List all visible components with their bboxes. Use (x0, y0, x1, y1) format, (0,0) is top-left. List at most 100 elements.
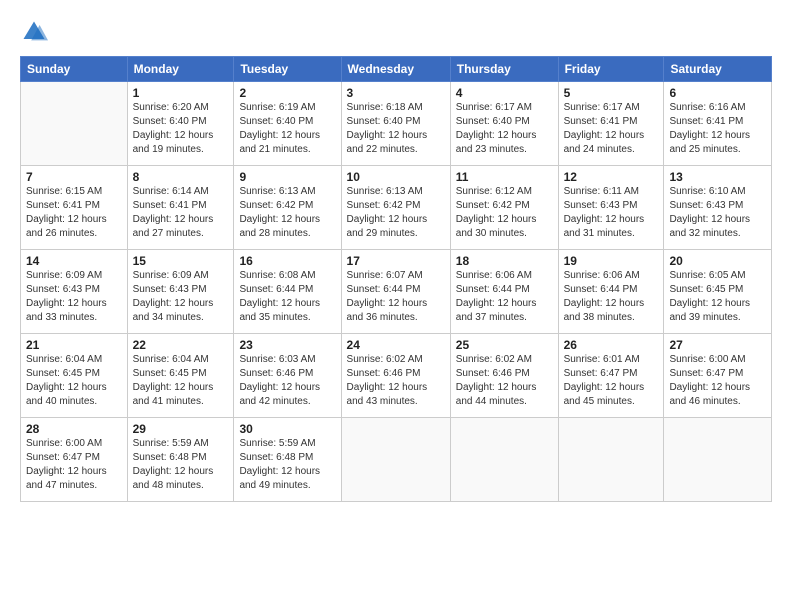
day-detail: Sunrise: 6:18 AM Sunset: 6:40 PM Dayligh… (347, 101, 445, 157)
day-number: 3 (347, 86, 445, 100)
day-number: 12 (564, 170, 659, 184)
calendar-cell (450, 418, 558, 502)
day-detail: Sunrise: 6:04 AM Sunset: 6:45 PM Dayligh… (26, 353, 122, 409)
day-number: 20 (669, 254, 766, 268)
day-detail: Sunrise: 6:08 AM Sunset: 6:44 PM Dayligh… (239, 269, 335, 325)
header (20, 18, 772, 46)
calendar-body: 1Sunrise: 6:20 AM Sunset: 6:40 PM Daylig… (21, 82, 772, 502)
day-detail: Sunrise: 6:02 AM Sunset: 6:46 PM Dayligh… (347, 353, 445, 409)
calendar-cell: 28Sunrise: 6:00 AM Sunset: 6:47 PM Dayli… (21, 418, 128, 502)
header-cell-saturday: Saturday (664, 57, 772, 82)
day-number: 30 (239, 422, 335, 436)
day-number: 10 (347, 170, 445, 184)
day-detail: Sunrise: 6:06 AM Sunset: 6:44 PM Dayligh… (456, 269, 553, 325)
logo-icon (20, 18, 48, 46)
day-number: 11 (456, 170, 553, 184)
calendar-cell (664, 418, 772, 502)
calendar-cell (341, 418, 450, 502)
calendar-cell: 10Sunrise: 6:13 AM Sunset: 6:42 PM Dayli… (341, 166, 450, 250)
logo (20, 18, 52, 46)
week-row-2: 7Sunrise: 6:15 AM Sunset: 6:41 PM Daylig… (21, 166, 772, 250)
calendar-cell: 4Sunrise: 6:17 AM Sunset: 6:40 PM Daylig… (450, 82, 558, 166)
day-number: 21 (26, 338, 122, 352)
day-number: 25 (456, 338, 553, 352)
calendar-cell: 12Sunrise: 6:11 AM Sunset: 6:43 PM Dayli… (558, 166, 664, 250)
calendar-cell: 19Sunrise: 6:06 AM Sunset: 6:44 PM Dayli… (558, 250, 664, 334)
header-cell-wednesday: Wednesday (341, 57, 450, 82)
calendar-cell: 30Sunrise: 5:59 AM Sunset: 6:48 PM Dayli… (234, 418, 341, 502)
day-number: 4 (456, 86, 553, 100)
day-detail: Sunrise: 6:12 AM Sunset: 6:42 PM Dayligh… (456, 185, 553, 241)
day-number: 17 (347, 254, 445, 268)
calendar-cell: 1Sunrise: 6:20 AM Sunset: 6:40 PM Daylig… (127, 82, 234, 166)
calendar-cell: 29Sunrise: 5:59 AM Sunset: 6:48 PM Dayli… (127, 418, 234, 502)
calendar-cell: 27Sunrise: 6:00 AM Sunset: 6:47 PM Dayli… (664, 334, 772, 418)
calendar-cell: 26Sunrise: 6:01 AM Sunset: 6:47 PM Dayli… (558, 334, 664, 418)
calendar-cell: 13Sunrise: 6:10 AM Sunset: 6:43 PM Dayli… (664, 166, 772, 250)
day-detail: Sunrise: 5:59 AM Sunset: 6:48 PM Dayligh… (133, 437, 229, 493)
day-detail: Sunrise: 6:09 AM Sunset: 6:43 PM Dayligh… (133, 269, 229, 325)
calendar-cell: 24Sunrise: 6:02 AM Sunset: 6:46 PM Dayli… (341, 334, 450, 418)
header-cell-thursday: Thursday (450, 57, 558, 82)
day-detail: Sunrise: 6:17 AM Sunset: 6:41 PM Dayligh… (564, 101, 659, 157)
day-number: 7 (26, 170, 122, 184)
calendar-cell: 22Sunrise: 6:04 AM Sunset: 6:45 PM Dayli… (127, 334, 234, 418)
day-detail: Sunrise: 6:05 AM Sunset: 6:45 PM Dayligh… (669, 269, 766, 325)
calendar-cell: 9Sunrise: 6:13 AM Sunset: 6:42 PM Daylig… (234, 166, 341, 250)
calendar-cell: 20Sunrise: 6:05 AM Sunset: 6:45 PM Dayli… (664, 250, 772, 334)
week-row-4: 21Sunrise: 6:04 AM Sunset: 6:45 PM Dayli… (21, 334, 772, 418)
day-detail: Sunrise: 6:16 AM Sunset: 6:41 PM Dayligh… (669, 101, 766, 157)
week-row-5: 28Sunrise: 6:00 AM Sunset: 6:47 PM Dayli… (21, 418, 772, 502)
header-cell-tuesday: Tuesday (234, 57, 341, 82)
calendar-cell: 16Sunrise: 6:08 AM Sunset: 6:44 PM Dayli… (234, 250, 341, 334)
calendar-header: SundayMondayTuesdayWednesdayThursdayFrid… (21, 57, 772, 82)
header-cell-friday: Friday (558, 57, 664, 82)
day-detail: Sunrise: 6:00 AM Sunset: 6:47 PM Dayligh… (669, 353, 766, 409)
header-cell-monday: Monday (127, 57, 234, 82)
calendar-table: SundayMondayTuesdayWednesdayThursdayFrid… (20, 56, 772, 502)
day-number: 13 (669, 170, 766, 184)
day-detail: Sunrise: 6:10 AM Sunset: 6:43 PM Dayligh… (669, 185, 766, 241)
week-row-3: 14Sunrise: 6:09 AM Sunset: 6:43 PM Dayli… (21, 250, 772, 334)
day-number: 6 (669, 86, 766, 100)
day-detail: Sunrise: 6:20 AM Sunset: 6:40 PM Dayligh… (133, 101, 229, 157)
day-detail: Sunrise: 6:09 AM Sunset: 6:43 PM Dayligh… (26, 269, 122, 325)
header-cell-sunday: Sunday (21, 57, 128, 82)
day-detail: Sunrise: 6:15 AM Sunset: 6:41 PM Dayligh… (26, 185, 122, 241)
week-row-1: 1Sunrise: 6:20 AM Sunset: 6:40 PM Daylig… (21, 82, 772, 166)
day-detail: Sunrise: 6:07 AM Sunset: 6:44 PM Dayligh… (347, 269, 445, 325)
day-detail: Sunrise: 6:13 AM Sunset: 6:42 PM Dayligh… (347, 185, 445, 241)
day-number: 5 (564, 86, 659, 100)
day-detail: Sunrise: 6:04 AM Sunset: 6:45 PM Dayligh… (133, 353, 229, 409)
calendar-cell: 25Sunrise: 6:02 AM Sunset: 6:46 PM Dayli… (450, 334, 558, 418)
calendar-cell: 6Sunrise: 6:16 AM Sunset: 6:41 PM Daylig… (664, 82, 772, 166)
calendar-cell: 14Sunrise: 6:09 AM Sunset: 6:43 PM Dayli… (21, 250, 128, 334)
day-detail: Sunrise: 6:13 AM Sunset: 6:42 PM Dayligh… (239, 185, 335, 241)
calendar-cell: 3Sunrise: 6:18 AM Sunset: 6:40 PM Daylig… (341, 82, 450, 166)
calendar-cell: 5Sunrise: 6:17 AM Sunset: 6:41 PM Daylig… (558, 82, 664, 166)
page: SundayMondayTuesdayWednesdayThursdayFrid… (0, 0, 792, 612)
day-number: 18 (456, 254, 553, 268)
day-number: 9 (239, 170, 335, 184)
day-detail: Sunrise: 6:06 AM Sunset: 6:44 PM Dayligh… (564, 269, 659, 325)
day-number: 19 (564, 254, 659, 268)
day-number: 29 (133, 422, 229, 436)
calendar-cell: 23Sunrise: 6:03 AM Sunset: 6:46 PM Dayli… (234, 334, 341, 418)
calendar-cell: 11Sunrise: 6:12 AM Sunset: 6:42 PM Dayli… (450, 166, 558, 250)
day-number: 24 (347, 338, 445, 352)
calendar-cell: 8Sunrise: 6:14 AM Sunset: 6:41 PM Daylig… (127, 166, 234, 250)
day-detail: Sunrise: 6:14 AM Sunset: 6:41 PM Dayligh… (133, 185, 229, 241)
day-detail: Sunrise: 6:00 AM Sunset: 6:47 PM Dayligh… (26, 437, 122, 493)
day-detail: Sunrise: 6:01 AM Sunset: 6:47 PM Dayligh… (564, 353, 659, 409)
day-detail: Sunrise: 6:19 AM Sunset: 6:40 PM Dayligh… (239, 101, 335, 157)
day-detail: Sunrise: 6:17 AM Sunset: 6:40 PM Dayligh… (456, 101, 553, 157)
day-number: 22 (133, 338, 229, 352)
day-number: 14 (26, 254, 122, 268)
day-number: 1 (133, 86, 229, 100)
calendar-cell: 15Sunrise: 6:09 AM Sunset: 6:43 PM Dayli… (127, 250, 234, 334)
day-number: 15 (133, 254, 229, 268)
calendar-cell: 17Sunrise: 6:07 AM Sunset: 6:44 PM Dayli… (341, 250, 450, 334)
day-detail: Sunrise: 6:11 AM Sunset: 6:43 PM Dayligh… (564, 185, 659, 241)
day-detail: Sunrise: 6:03 AM Sunset: 6:46 PM Dayligh… (239, 353, 335, 409)
calendar-cell: 7Sunrise: 6:15 AM Sunset: 6:41 PM Daylig… (21, 166, 128, 250)
